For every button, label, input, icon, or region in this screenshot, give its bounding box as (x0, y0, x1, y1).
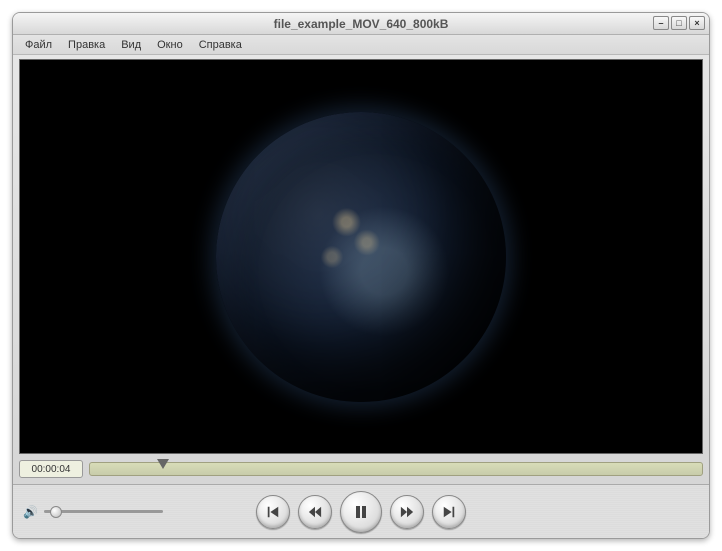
minimize-button[interactable]: – (653, 16, 669, 30)
transport-bar: 🔊 (13, 484, 709, 538)
video-canvas[interactable] (19, 59, 703, 454)
fast-forward-button[interactable] (390, 495, 424, 529)
skip-back-button[interactable] (256, 495, 290, 529)
titlebar[interactable]: file_example_MOV_640_800kB – □ × (13, 13, 709, 35)
menu-edit[interactable]: Правка (62, 37, 111, 53)
seek-thumb-icon[interactable] (157, 459, 169, 469)
maximize-button[interactable]: □ (671, 16, 687, 30)
current-time-display: 00:00:04 (19, 460, 83, 478)
rewind-button[interactable] (298, 495, 332, 529)
menu-file[interactable]: Файл (19, 37, 58, 53)
menu-view[interactable]: Вид (115, 37, 147, 53)
seek-slider[interactable] (89, 462, 703, 476)
transport-buttons (256, 491, 466, 533)
window-title: file_example_MOV_640_800kB (274, 17, 449, 31)
volume-slider[interactable] (44, 510, 163, 513)
close-button[interactable]: × (689, 16, 705, 30)
menubar: Файл Правка Вид Окно Справка (13, 35, 709, 55)
player-window: file_example_MOV_640_800kB – □ × Файл Пр… (12, 12, 710, 539)
window-controls: – □ × (653, 16, 705, 30)
menu-help[interactable]: Справка (193, 37, 248, 53)
pause-button[interactable] (340, 491, 382, 533)
skip-forward-button[interactable] (432, 495, 466, 529)
volume-thumb-icon[interactable] (50, 506, 62, 518)
video-frame-earth (216, 112, 506, 402)
menu-window[interactable]: Окно (151, 37, 189, 53)
speaker-icon: 🔊 (23, 505, 38, 519)
volume-control: 🔊 (23, 505, 163, 519)
seekbar-row: 00:00:04 (19, 458, 703, 480)
